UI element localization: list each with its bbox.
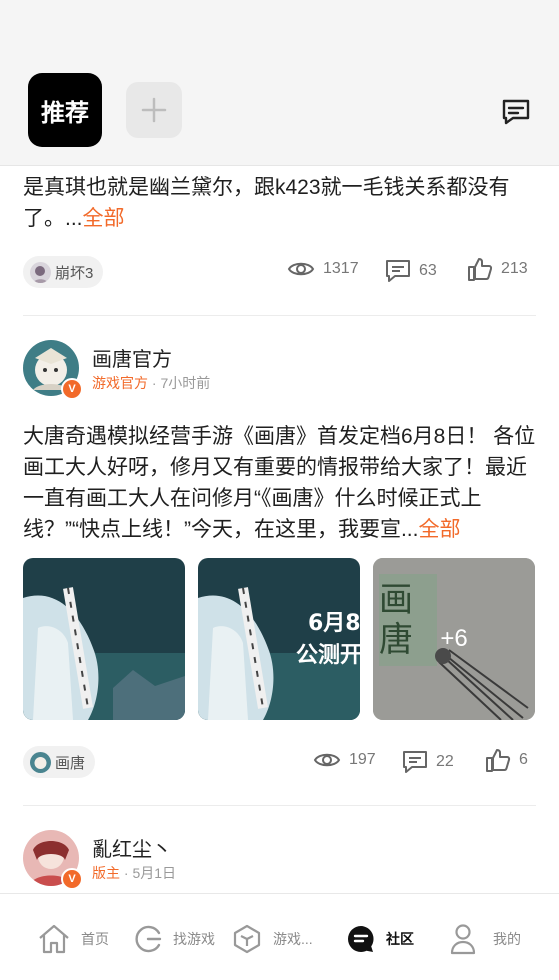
views-count: 197 bbox=[349, 751, 376, 768]
like-button[interactable]: 213 bbox=[467, 256, 528, 282]
like-button[interactable]: 6 bbox=[485, 747, 528, 773]
post-text[interactable]: 是真琪也就是幽兰黛尔，跟k423就一毛钱关系都没有了。...全部 bbox=[23, 172, 537, 234]
nav-community[interactable]: 社区 bbox=[346, 919, 414, 959]
add-tab-button[interactable] bbox=[126, 82, 182, 138]
views-stat: 1317 bbox=[287, 259, 359, 279]
read-more-link[interactable]: 全部 bbox=[83, 207, 125, 230]
bottom-nav: 首页 找游戏 游戏... 社区 我的 bbox=[0, 893, 559, 980]
post-text[interactable]: 大唐奇遇模拟经营手游《画唐》首发定档6月8日！ 各位画工大人好呀，修月又有重要的… bbox=[23, 421, 537, 545]
status-bar bbox=[0, 0, 559, 60]
nav-label: 首页 bbox=[81, 931, 109, 947]
author-role: 版主 bbox=[92, 865, 120, 881]
top-bar: 推荐 bbox=[0, 60, 559, 166]
messages-button[interactable] bbox=[497, 95, 535, 129]
views-stat: 197 bbox=[313, 750, 376, 770]
views-count: 1317 bbox=[323, 260, 359, 277]
nav-me[interactable]: 我的 bbox=[449, 919, 521, 959]
nav-find-games[interactable]: 找游戏 bbox=[133, 919, 215, 959]
game-tag[interactable]: 画唐 bbox=[23, 746, 96, 778]
post-image[interactable]: 6月8 公测开 bbox=[198, 558, 360, 720]
post-image-more[interactable]: 画唐 +6 bbox=[373, 558, 535, 720]
divider bbox=[23, 315, 536, 316]
post-time: · 7小时前 bbox=[148, 375, 211, 391]
game-tag-icon bbox=[30, 261, 51, 283]
nav-label: 找游戏 bbox=[173, 931, 215, 947]
plus-icon bbox=[141, 97, 167, 123]
thumbs-up-icon bbox=[486, 749, 511, 772]
tab-recommend[interactable]: 推荐 bbox=[28, 73, 102, 147]
comment-icon bbox=[403, 751, 427, 773]
divider bbox=[23, 805, 536, 806]
post-image[interactable] bbox=[23, 558, 185, 720]
eye-icon bbox=[313, 753, 341, 767]
post-meta: 版主 · 5月1日 bbox=[92, 863, 176, 883]
eye-icon bbox=[287, 262, 315, 276]
verified-badge: V bbox=[61, 378, 83, 400]
game-tag-icon bbox=[30, 751, 51, 773]
likes-count: 213 bbox=[501, 260, 528, 277]
nav-label: 社区 bbox=[386, 931, 414, 947]
nav-label: 我的 bbox=[493, 931, 521, 947]
message-icon bbox=[502, 99, 530, 125]
verified-badge: V bbox=[61, 868, 83, 890]
more-images-count: +6 bbox=[440, 625, 468, 652]
game-tag-label: 画唐 bbox=[55, 754, 86, 772]
image-text: 公测开 bbox=[296, 643, 360, 668]
post-meta: 游戏官方 · 7小时前 bbox=[92, 373, 210, 393]
nav-label: 游戏... bbox=[273, 931, 313, 947]
read-more-link[interactable]: 全部 bbox=[418, 518, 460, 541]
game-center-icon bbox=[233, 924, 261, 954]
comments-button[interactable]: 22 bbox=[402, 750, 454, 774]
author-name[interactable]: 画唐官方 bbox=[92, 343, 172, 372]
thumbs-up-icon bbox=[468, 258, 493, 281]
community-icon bbox=[348, 926, 374, 952]
game-tag-label: 崩坏3 bbox=[55, 264, 94, 282]
comments-button[interactable]: 63 bbox=[385, 259, 437, 283]
feed[interactable]: 是真琪也就是幽兰黛尔，跟k423就一毛钱关系都没有了。...全部 崩坏3 131… bbox=[0, 166, 559, 893]
author-name[interactable]: 亂红尘丶 bbox=[92, 833, 172, 862]
home-icon bbox=[39, 924, 69, 954]
post-time: · 5月1日 bbox=[120, 865, 177, 881]
author-role: 游戏官方 bbox=[92, 375, 148, 391]
image-text: 6月8 bbox=[308, 611, 360, 636]
game-tag[interactable]: 崩坏3 bbox=[23, 256, 104, 288]
comments-count: 22 bbox=[436, 753, 454, 770]
comments-count: 63 bbox=[419, 262, 437, 279]
comment-icon bbox=[386, 260, 410, 282]
likes-count: 6 bbox=[519, 751, 528, 768]
nav-home[interactable]: 首页 bbox=[37, 919, 109, 959]
find-games-icon bbox=[135, 925, 162, 953]
nav-game-center[interactable]: 游戏... bbox=[231, 919, 313, 959]
profile-icon bbox=[450, 924, 476, 955]
